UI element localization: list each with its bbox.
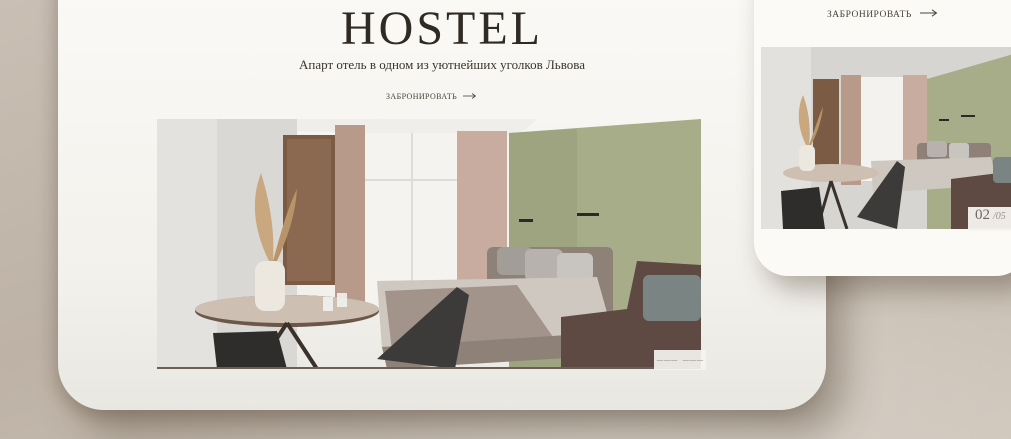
mobile-room-photo — [761, 47, 1011, 229]
arrow-right-icon — [919, 9, 938, 20]
mobile-book-button[interactable]: ЗАБРОНИРОВАТЬ — [827, 9, 938, 20]
page-subtitle: Апарт отель в одном из уютнейших уголков… — [299, 57, 585, 72]
page-title: HOSTEL — [341, 2, 543, 55]
slide-current: 02 — [975, 207, 990, 223]
slider-prev-button[interactable]: ——— — [657, 356, 678, 364]
slide-counter: 02 /05 — [968, 207, 1011, 231]
book-button-label: ЗАБРОНИРОВАТЬ — [386, 91, 458, 101]
slide-total: /05 — [993, 211, 1006, 222]
desktop-mockup: HOSTEL Апарт отель в одном из уютнейших … — [58, 0, 826, 410]
book-button[interactable]: ЗАБРОНИРОВАТЬ — [386, 89, 477, 103]
mobile-mockup: ЗАБРОНИРОВАТЬ 02 /05 — [754, 0, 1011, 276]
room-photo — [157, 119, 701, 369]
slider-next-button[interactable]: ——— — [683, 356, 704, 364]
slider-controls: ——— ——— — [654, 350, 706, 370]
arrow-right-icon — [463, 92, 477, 101]
mobile-book-button-label: ЗАБРОНИРОВАТЬ — [827, 9, 912, 20]
